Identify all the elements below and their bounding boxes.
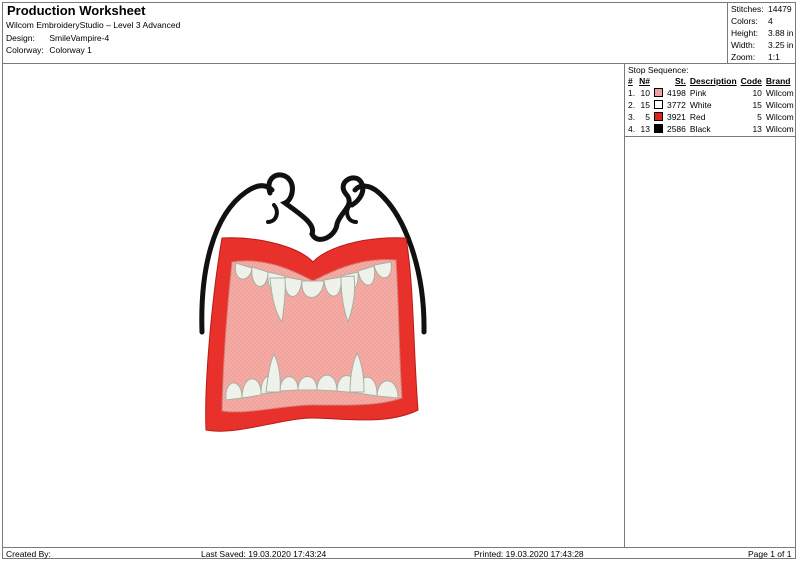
last-saved: Last Saved: 19.03.2020 17:43:24: [201, 549, 327, 559]
production-worksheet: Production Worksheet Wilcom EmbroiderySt…: [0, 0, 800, 563]
printed-date: Printed: 19.03.2020 17:43:28: [474, 549, 584, 559]
design-preview: [199, 172, 427, 432]
created-by: Created By:: [6, 549, 51, 559]
page-number: Page 1 of 1: [748, 549, 792, 559]
